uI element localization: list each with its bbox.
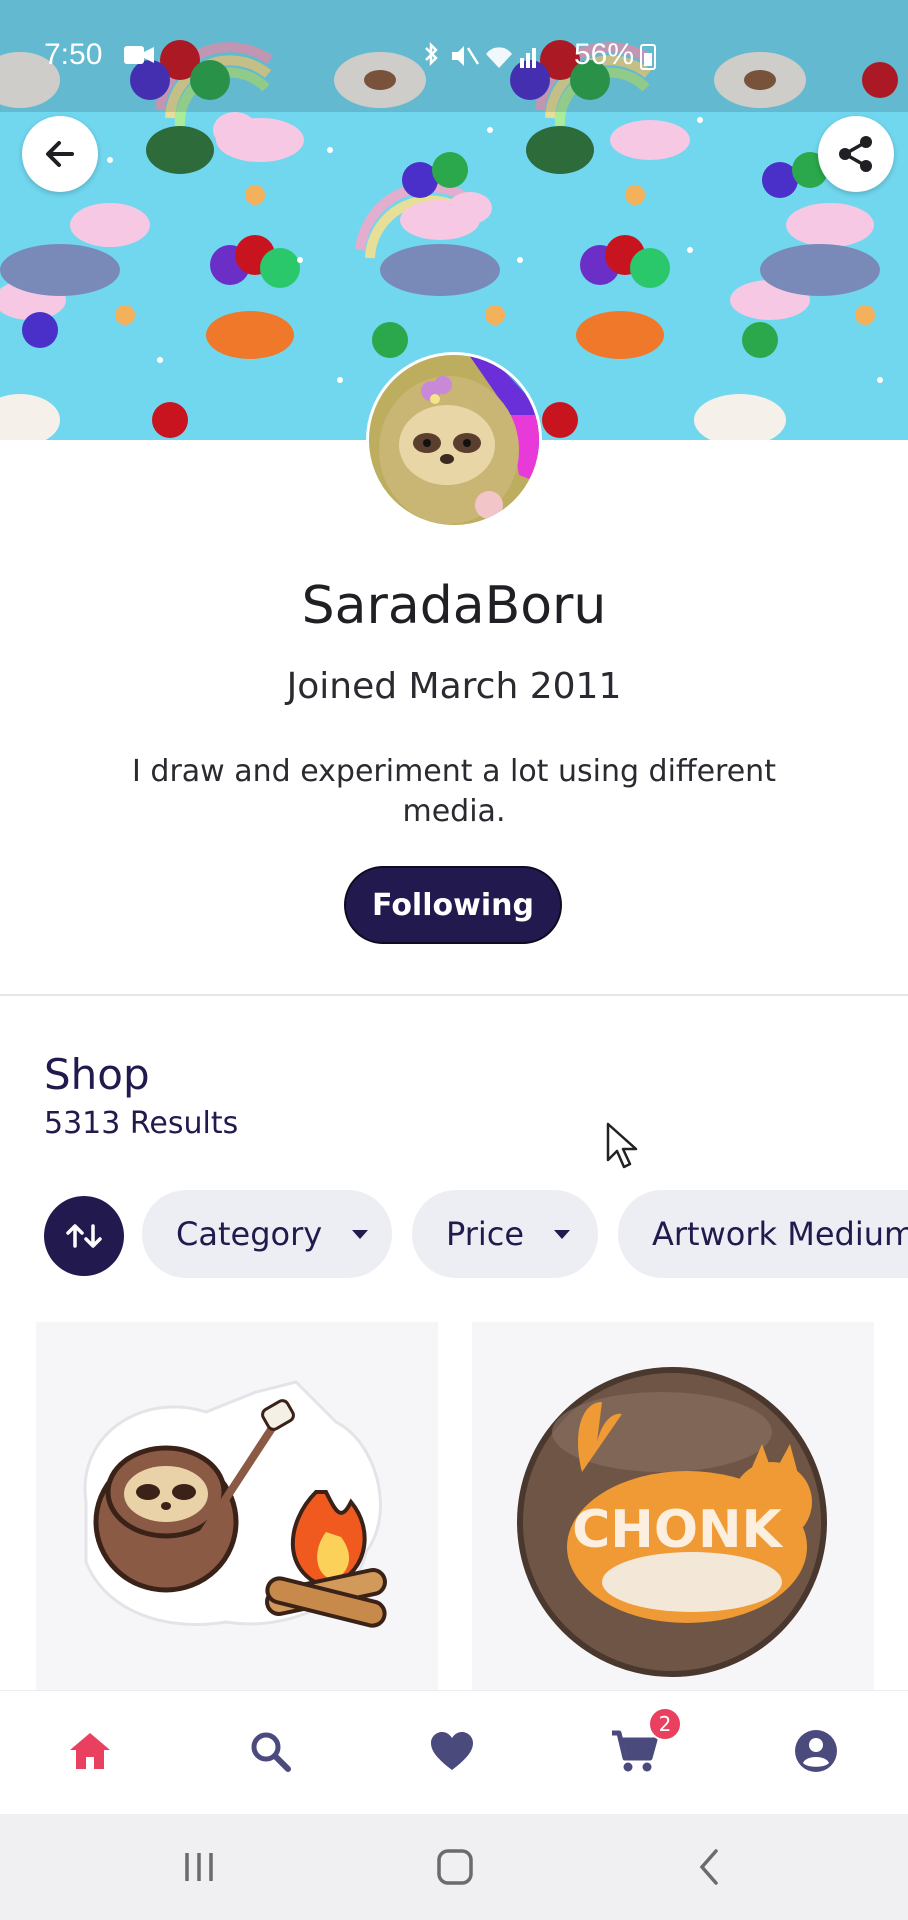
recents-button[interactable] [174, 1842, 224, 1892]
nav-account[interactable] [786, 1721, 846, 1781]
system-back-button[interactable] [684, 1842, 734, 1892]
price-filter[interactable]: Price [412, 1190, 598, 1278]
nav-favorites[interactable] [422, 1721, 482, 1781]
chonk-cat-button-image: CHONK [517, 1367, 827, 1677]
heart-icon [431, 1732, 473, 1770]
cart-icon [612, 1730, 658, 1772]
video-record-icon [124, 46, 154, 64]
battery-level: 56% [573, 38, 634, 71]
chonk-text: CHONK [572, 1500, 783, 1560]
home-square-icon [437, 1849, 473, 1885]
product-card[interactable]: CHONK [472, 1322, 874, 1692]
home-icon [70, 1733, 110, 1769]
cart-count-badge: 2 [648, 1707, 682, 1741]
caret-down-icon [352, 1229, 369, 1239]
price-filter-label: Price [446, 1215, 525, 1253]
mouse-cursor-icon [606, 1122, 638, 1169]
share-button[interactable] [818, 116, 894, 192]
signal-icon [520, 58, 524, 68]
status-time: 7:50 [44, 38, 103, 71]
artwork-medium-filter[interactable]: Artwork Medium [618, 1190, 908, 1278]
account-icon [795, 1730, 837, 1772]
system-home-button[interactable] [430, 1842, 480, 1892]
bluetooth-icon [425, 42, 438, 67]
share-icon [839, 136, 872, 172]
arrow-left-icon [46, 141, 74, 167]
product-card[interactable] [36, 1322, 438, 1692]
status-icons [425, 42, 536, 68]
avatar [366, 352, 542, 528]
profile-bio: I draw and experiment a lot using differ… [132, 754, 776, 829]
section-divider [0, 994, 908, 996]
status-bar: 7:50 56% [0, 0, 908, 112]
sort-button[interactable] [44, 1196, 124, 1276]
shop-results-count: 5313 Results [44, 1106, 239, 1141]
sloth-campfire-sticker-image [83, 1380, 387, 1628]
avatar-sloth-image [369, 355, 539, 525]
wifi-icon [486, 47, 512, 68]
search-icon [251, 1732, 291, 1772]
caret-down-icon [554, 1229, 571, 1239]
battery-icon [640, 44, 656, 70]
joined-date: Joined March 2011 [286, 666, 622, 707]
shop-title: Shop [44, 1050, 150, 1099]
mute-icon [452, 46, 464, 66]
bottom-nav: 2 [0, 1690, 908, 1814]
system-nav-bar [0, 1814, 908, 1920]
category-filter-label: Category [176, 1215, 323, 1253]
recents-icon [185, 1853, 213, 1881]
sort-arrows-icon [66, 1224, 102, 1248]
following-button[interactable]: Following [344, 866, 562, 944]
filter-row: Category Price Artwork Medium [0, 1190, 908, 1278]
profile-name: SaradaBoru [301, 576, 607, 636]
chevron-left-icon [699, 1849, 718, 1885]
back-button[interactable] [22, 116, 98, 192]
category-filter[interactable]: Category [142, 1190, 392, 1278]
artwork-medium-filter-label: Artwork Medium [652, 1215, 908, 1253]
nav-home[interactable] [60, 1721, 120, 1781]
nav-search[interactable] [240, 1721, 300, 1781]
